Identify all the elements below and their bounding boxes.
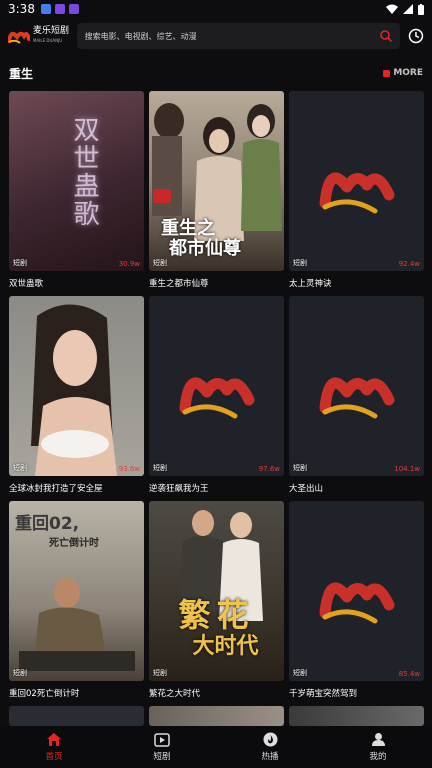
drama-poster: 短剧 93.6w bbox=[9, 296, 144, 476]
drama-title: 千岁萌宝突然驾到 bbox=[289, 689, 358, 699]
drama-title: 大圣出山 bbox=[289, 484, 324, 494]
drama-hot-count: 93.6w bbox=[118, 465, 140, 473]
drama-card[interactable]: 繁花 大时代 短剧 繁花之大时代 bbox=[149, 501, 284, 699]
drama-poster bbox=[289, 706, 424, 726]
flame-icon bbox=[263, 732, 277, 747]
nav-profile[interactable]: 我的 bbox=[324, 726, 432, 768]
drama-card[interactable]: 短剧 104.1w 大圣出山 bbox=[289, 296, 424, 494]
drama-type-badge: 短剧 bbox=[293, 464, 307, 472]
drama-card[interactable]: 重回02, 死亡倒计时 短剧 重回02死亡倒计时 bbox=[9, 501, 144, 699]
placeholder-logo-icon bbox=[319, 377, 395, 419]
app-logo: 麦乐短剧 MAILE DUANJU bbox=[8, 27, 72, 45]
nav-trending[interactable]: 热播 bbox=[216, 726, 324, 768]
logo-icon bbox=[8, 31, 30, 44]
placeholder-logo-icon bbox=[179, 377, 255, 419]
search-icon[interactable] bbox=[380, 30, 393, 42]
drama-poster: 短剧 104.1w bbox=[289, 296, 424, 476]
nav-label: 热播 bbox=[261, 752, 279, 762]
search-box[interactable] bbox=[76, 23, 401, 49]
poster-title-line: 都市仙尊 bbox=[169, 238, 241, 259]
poster-title-line: 重生之 bbox=[161, 218, 215, 239]
drama-type-badge: 短剧 bbox=[293, 259, 307, 267]
drama-hot-count: 85.4w bbox=[398, 670, 420, 678]
drama-poster: 双世蛊歌 短剧 30.9w bbox=[9, 91, 144, 271]
more-button[interactable]: MORE bbox=[383, 68, 423, 78]
drama-hot-count: 97.6w bbox=[258, 465, 280, 473]
drama-hot-count: 30.9w bbox=[118, 260, 140, 268]
drama-poster: 短剧 97.6w bbox=[149, 296, 284, 476]
drama-card[interactable]: 重生之 都市仙尊 短剧 重生之都市仙尊 bbox=[149, 91, 284, 289]
poster-title-line: 死亡倒计时 bbox=[49, 538, 99, 549]
poster-title-line: 繁花 bbox=[178, 596, 255, 634]
drama-title: 繁花之大时代 bbox=[149, 689, 201, 699]
drama-card[interactable] bbox=[149, 706, 284, 726]
drama-poster: 重生之 都市仙尊 短剧 bbox=[149, 91, 284, 271]
status-time: 3:38 bbox=[8, 2, 35, 16]
nav-label: 首页 bbox=[45, 752, 63, 762]
drama-card[interactable]: 短剧 93.6w 全球冰封我打造了安全屋 bbox=[9, 296, 144, 494]
drama-card[interactable] bbox=[289, 706, 424, 726]
status-bar: 3:38 bbox=[0, 0, 432, 18]
drama-card[interactable]: 短剧 97.6w 逆袭狂飙我为王 bbox=[149, 296, 284, 494]
drama-title: 太上灵神诀 bbox=[289, 279, 332, 289]
more-label: MORE bbox=[393, 68, 423, 78]
section-title: 重生 bbox=[9, 66, 34, 81]
poster-title-art: 重回02, 死亡倒计时 bbox=[15, 509, 99, 549]
logo-text: 麦乐短剧 bbox=[33, 26, 70, 36]
drama-type-badge: 短剧 bbox=[153, 669, 167, 677]
drama-poster bbox=[9, 706, 144, 726]
drama-title: 全球冰封我打造了安全屋 bbox=[9, 484, 103, 494]
signal-icon bbox=[403, 4, 413, 14]
drama-card[interactable]: 双世蛊歌 短剧 30.9w 双世蛊歌 bbox=[9, 91, 144, 289]
history-icon[interactable] bbox=[408, 28, 424, 44]
play-icon bbox=[154, 732, 170, 747]
poster-title-art: 繁花 大时代 bbox=[149, 597, 284, 659]
wifi-icon bbox=[386, 4, 398, 14]
poster-title-art: 双世蛊歌 bbox=[69, 116, 99, 228]
bottom-nav: 首页 短剧 热播 我的 bbox=[0, 726, 432, 768]
nav-label: 我的 bbox=[369, 752, 387, 762]
drama-card[interactable]: 短剧 85.4w 千岁萌宝突然驾到 bbox=[289, 501, 424, 699]
nav-home[interactable]: 首页 bbox=[0, 726, 108, 768]
drama-poster: 短剧 85.4w bbox=[289, 501, 424, 681]
drama-type-badge: 短剧 bbox=[13, 464, 27, 472]
drama-type-badge: 短剧 bbox=[293, 669, 307, 677]
drama-type-badge: 短剧 bbox=[153, 259, 167, 267]
battery-icon bbox=[418, 3, 424, 15]
poster-title-line: 重回02, bbox=[15, 514, 80, 534]
drama-poster: 繁花 大时代 短剧 bbox=[149, 501, 284, 681]
home-icon bbox=[47, 733, 61, 746]
drama-poster bbox=[149, 706, 284, 726]
drama-type-badge: 短剧 bbox=[13, 259, 27, 267]
section-header: 重生 MORE bbox=[0, 62, 432, 84]
drama-poster: 短剧 92.4w bbox=[289, 91, 424, 271]
search-input[interactable] bbox=[84, 31, 381, 41]
drama-title: 重生之都市仙尊 bbox=[149, 279, 209, 289]
notification-icon bbox=[68, 4, 79, 14]
poster-title-line: 大时代 bbox=[192, 633, 259, 659]
drama-card[interactable] bbox=[9, 706, 144, 726]
drama-card[interactable]: 短剧 92.4w 太上灵神诀 bbox=[289, 91, 424, 289]
more-icon bbox=[383, 69, 391, 77]
drama-title: 双世蛊歌 bbox=[9, 279, 44, 289]
notification-icon bbox=[54, 4, 65, 14]
nav-shortdrama[interactable]: 短剧 bbox=[108, 726, 216, 768]
user-icon bbox=[371, 733, 385, 746]
drama-title: 重回02死亡倒计时 bbox=[9, 689, 80, 699]
placeholder-logo-icon bbox=[319, 582, 395, 624]
drama-type-badge: 短剧 bbox=[153, 464, 167, 472]
app-header: 麦乐短剧 MAILE DUANJU bbox=[0, 20, 432, 52]
drama-type-badge: 短剧 bbox=[13, 669, 27, 677]
poster-title-art: 重生之 都市仙尊 bbox=[161, 219, 241, 259]
drama-poster: 重回02, 死亡倒计时 短剧 bbox=[9, 501, 144, 681]
drama-title: 逆袭狂飙我为王 bbox=[149, 484, 209, 494]
drama-hot-count: 92.4w bbox=[398, 260, 420, 268]
drama-hot-count: 104.1w bbox=[394, 465, 420, 473]
nav-label: 短剧 bbox=[153, 751, 171, 762]
logo-subtext: MAILE DUANJU bbox=[33, 38, 63, 43]
notification-icon bbox=[40, 4, 51, 14]
placeholder-logo-icon bbox=[319, 172, 395, 214]
poster-woman-art bbox=[31, 304, 117, 476]
